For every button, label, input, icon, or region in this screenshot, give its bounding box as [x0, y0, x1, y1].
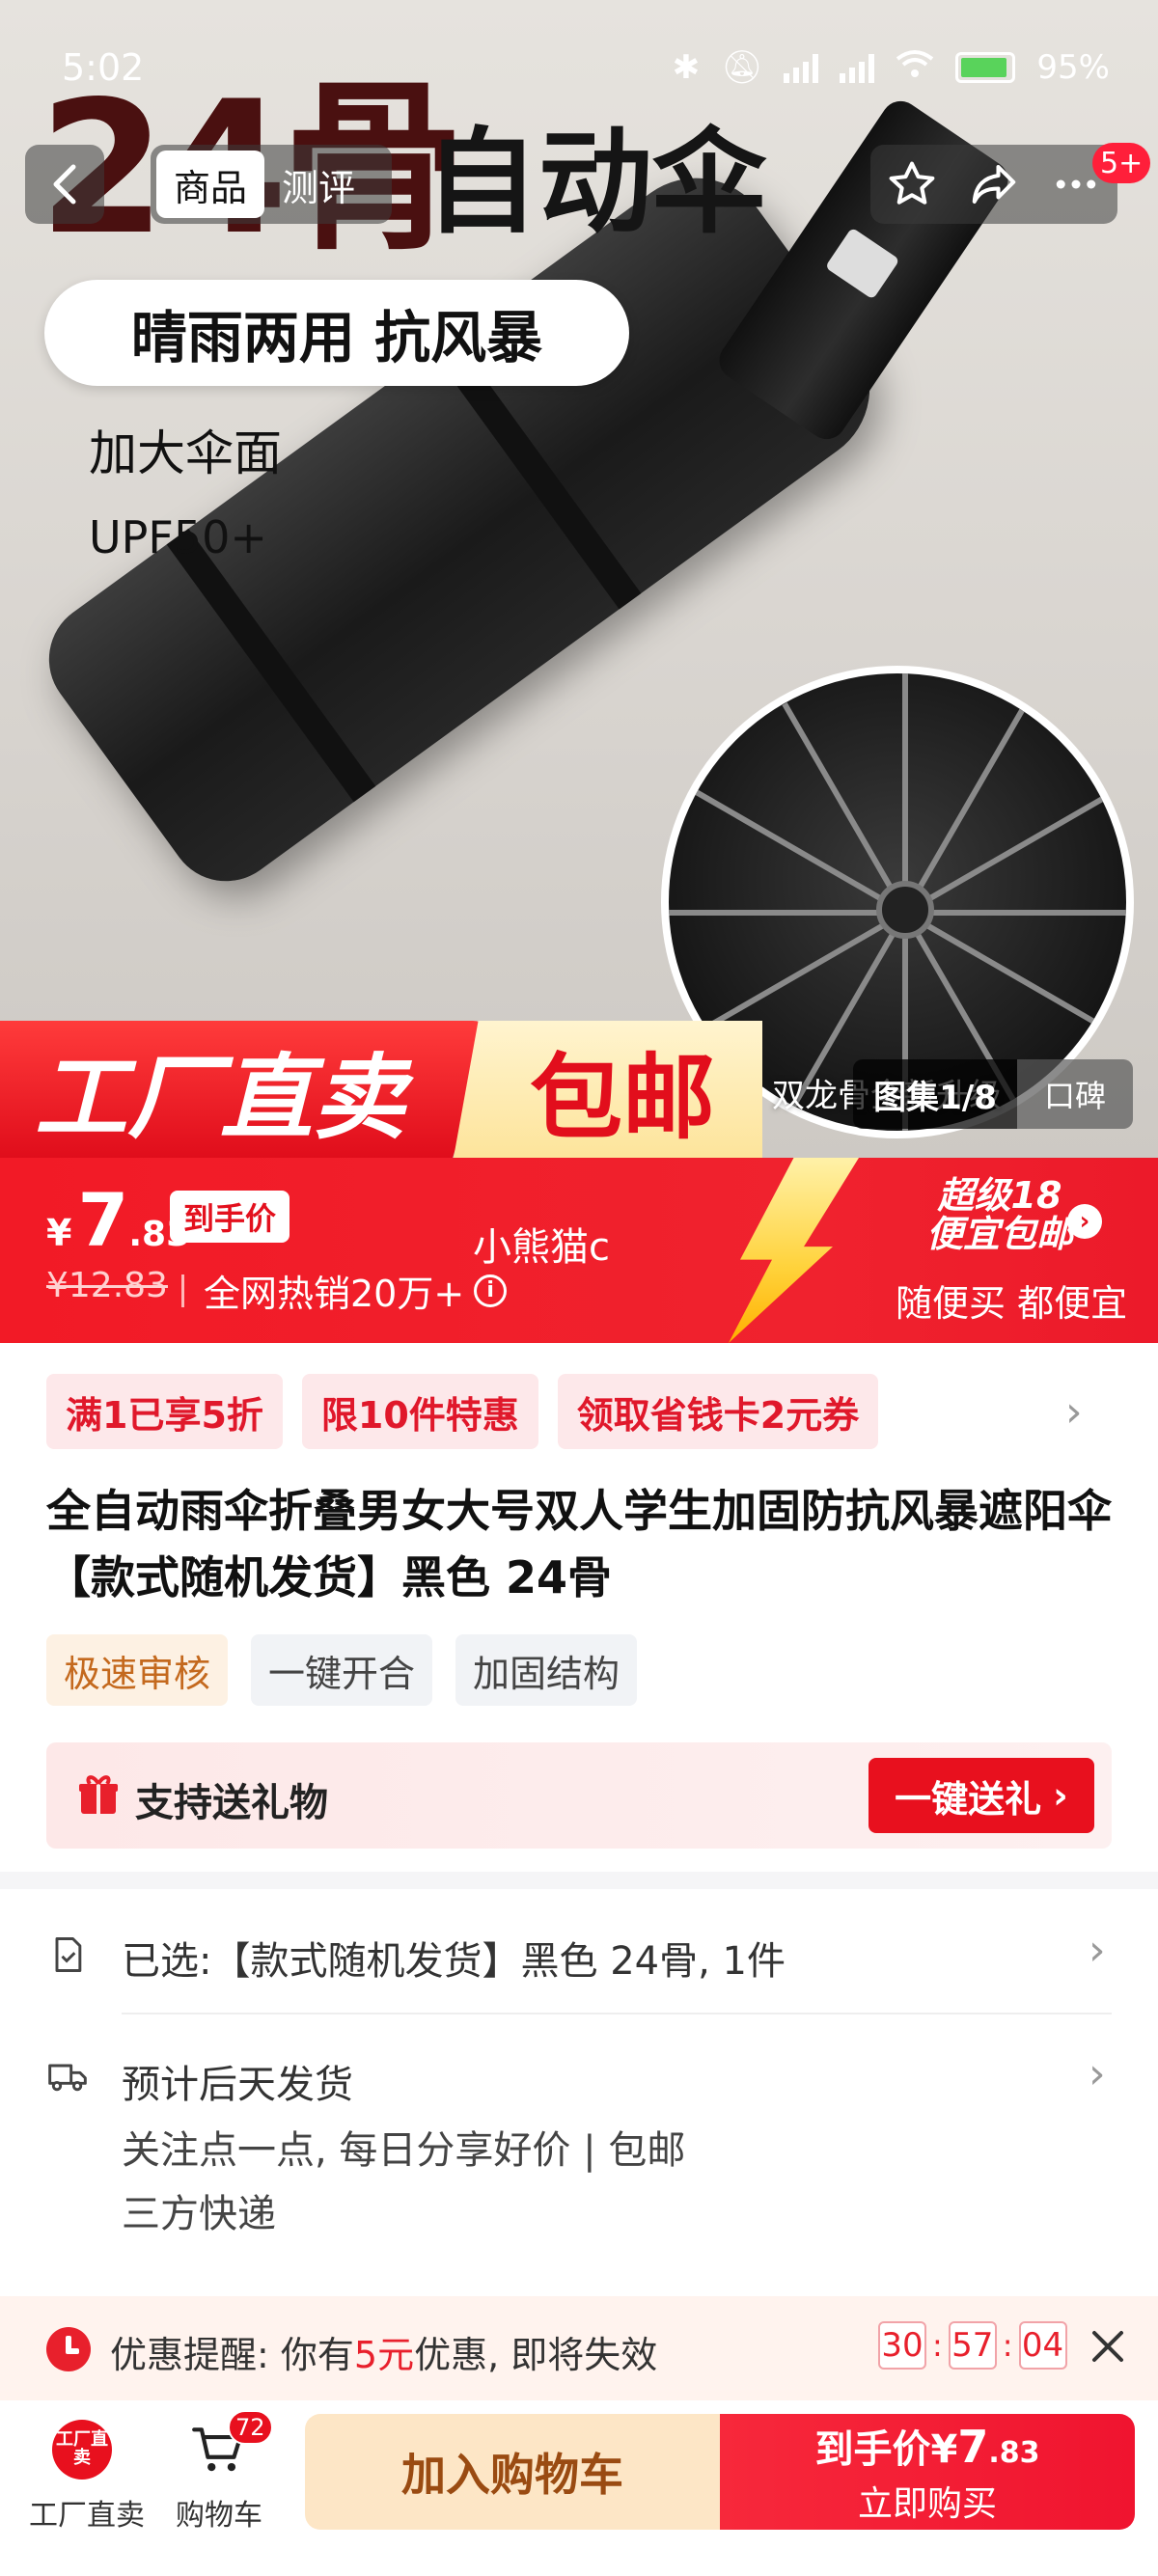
gallery-count[interactable]: 图集1/8: [853, 1059, 1017, 1129]
share-icon[interactable]: [968, 158, 1020, 210]
delivery-truck-icon: [48, 2064, 87, 2092]
buy-now-label: 立即购买: [857, 2484, 997, 2524]
message-count-badge: 5+: [1092, 143, 1151, 183]
buy-price: 到手价¥ 7.83: [814, 2418, 1039, 2474]
feature-tag: 加固结构: [455, 1634, 638, 1706]
mute-icon: 🔕︎: [721, 48, 763, 87]
send-gift-button[interactable]: 一键送礼 ›: [868, 1758, 1094, 1833]
spec-select-icon: [55, 1937, 82, 1972]
divider: [181, 1274, 184, 1307]
add-to-cart-button[interactable]: 加入购物车: [305, 2414, 720, 2530]
chevron-right-icon[interactable]: ›: [1065, 1387, 1083, 1437]
star-icon[interactable]: [886, 158, 938, 210]
chevron-left-icon: [53, 164, 76, 205]
section-divider: [0, 1872, 1158, 1889]
product-gallery[interactable]: 5:02 ✱ 🔕︎ 95% 24骨 自动伞 晴雨两用 抗风暴 加大伞面 UPF5…: [0, 0, 1158, 1158]
gallery-indicator: 图集1/8 口碑: [853, 1059, 1133, 1129]
send-gift-label: 一键送礼: [895, 1777, 1042, 1821]
signal-icon: [784, 52, 819, 83]
info-icon[interactable]: i: [474, 1274, 508, 1307]
chevron-right-icon[interactable]: ›: [1067, 1204, 1102, 1239]
super-deal-subtitle: 随便买 都便宜: [896, 1282, 1128, 1325]
clock-icon: [46, 2327, 91, 2371]
feature-tags: 极速审核 一键开合 加固结构: [46, 1634, 638, 1706]
bottom-action-bar: 工厂直卖 工厂直卖 72 购物车 加入购物车 到手价¥ 7.83 立即购买: [0, 2400, 1158, 2576]
factory-store-label: 工厂直卖: [29, 2499, 145, 2533]
tab-review[interactable]: 测评: [264, 151, 372, 218]
gift-label: 支持送礼物: [135, 1781, 328, 1825]
lightning-icon: [729, 1158, 859, 1343]
reminder-prefix: 优惠提醒: 你有: [110, 2334, 354, 2376]
buy-price-integer: 7: [957, 2421, 989, 2473]
chevron-right-icon[interactable]: ›: [1089, 1926, 1106, 1975]
price-bar: ¥ 7 .83 到手价 小熊猫c ¥12.83 全网热销20万+ i 超级18 …: [0, 1158, 1158, 1343]
selected-spec[interactable]: 已选:【款式随机发货】黑色 24骨, 1件: [122, 1930, 786, 1986]
hero-feature-1: 加大伞面: [89, 425, 282, 481]
price-integer: 7: [77, 1177, 129, 1263]
tab-product[interactable]: 商品: [156, 151, 265, 218]
final-price: ¥ 7 .83: [46, 1177, 190, 1263]
shipping-carrier: 三方快递: [122, 2192, 276, 2236]
reminder-suffix: 优惠, 即将失效: [414, 2334, 658, 2376]
factory-store-icon: 工厂直卖: [52, 2420, 112, 2480]
reminder-text: 优惠提醒: 你有5元优惠, 即将失效: [110, 2325, 657, 2378]
promo-banner: 工厂直卖 包邮: [0, 1021, 762, 1158]
page-tabs: 商品 测评: [151, 145, 392, 224]
battery-level: 95%: [1036, 48, 1110, 87]
signal-icon-2: [840, 52, 875, 83]
original-price: ¥12.83: [46, 1266, 168, 1305]
price-currency: ¥: [46, 1212, 72, 1254]
discount-reminder: 优惠提醒: 你有5元优惠, 即将失效 30 : 57 : 04: [0, 2296, 1158, 2400]
promo-banner-factory: 工厂直卖: [0, 1021, 492, 1158]
status-icons: ✱ 🔕︎ 95%: [673, 48, 1110, 87]
feature-tag: 一键开合: [251, 1634, 433, 1706]
sales-count: 全网热销20万+: [204, 1273, 465, 1315]
back-button[interactable]: [25, 145, 104, 224]
product-page: 5:02 ✱ 🔕︎ 95% 24骨 自动伞 晴雨两用 抗风暴 加大伞面 UPF5…: [0, 0, 1158, 2576]
battery-icon: [955, 52, 1016, 83]
row-divider: [122, 2013, 1112, 2014]
gift-bar: 支持送礼物 一键送礼 ›: [46, 1742, 1112, 1849]
gallery-review-tab[interactable]: 口碑: [1017, 1059, 1133, 1129]
brand-logo-icon: [824, 227, 900, 300]
status-bar: 5:02 ✱ 🔕︎ 95%: [0, 0, 1158, 135]
header-actions: [870, 145, 1117, 224]
cart-label: 购物车: [176, 2499, 262, 2533]
chevron-right-icon: ›: [1053, 1774, 1068, 1817]
countdown-seconds: 04: [1018, 2321, 1067, 2370]
reminder-amount: 5元: [353, 2334, 415, 2376]
countdown-hours: 30: [878, 2321, 926, 2370]
coupon-list: 满1已享5折 限10件特惠 领取省钱卡2元券: [46, 1374, 879, 1449]
buy-now-button[interactable]: 到手价¥ 7.83 立即购买: [720, 2414, 1135, 2530]
coupon-item[interactable]: 领取省钱卡2元券: [557, 1374, 879, 1449]
promo-banner-free-shipping: 包邮: [454, 1021, 762, 1158]
sales-info: 全网热销20万+ i: [181, 1264, 508, 1317]
buy-price-prefix: 到手价¥: [814, 2427, 958, 2472]
hero-feature-pill: 晴雨两用 抗风暴: [44, 280, 629, 386]
hero-feature-2: UPF50+: [89, 511, 267, 563]
super-deal-line1: 超级18: [937, 1174, 1062, 1217]
countdown-minutes: 57: [948, 2321, 997, 2370]
countdown-timer: 30 : 57 : 04: [878, 2321, 1067, 2370]
wifi-icon: [896, 48, 934, 87]
buy-price-decimal: .83: [988, 2436, 1040, 2470]
close-icon[interactable]: [1085, 2323, 1131, 2370]
status-time: 5:02: [62, 46, 145, 89]
shipping-benefit: 关注点一点, 每日分享好价 | 包邮: [122, 2128, 686, 2173]
factory-store-button[interactable]: 工厂直卖 工厂直卖: [29, 2420, 145, 2534]
chevron-right-icon[interactable]: ›: [1089, 2049, 1106, 2098]
cart-count-badge: 72: [228, 2410, 273, 2445]
bluetooth-icon: ✱: [672, 48, 701, 87]
final-price-tag: 到手价: [170, 1191, 290, 1243]
coupon-item[interactable]: 限10件特惠: [301, 1374, 538, 1449]
cart-button[interactable]: 72 购物车: [166, 2410, 273, 2534]
shipping-estimate[interactable]: 预计后天发货: [122, 2053, 353, 2109]
product-title: 全自动雨伞折叠男女大号双人学生加固防抗风暴遮阳伞【款式随机发货】黑色 24骨: [46, 1485, 1112, 1603]
hero-title-text: 自动伞: [425, 116, 767, 249]
coupon-item[interactable]: 满1已享5折: [46, 1374, 283, 1449]
feature-tag: 极速审核: [46, 1634, 229, 1706]
gift-icon: [79, 1775, 118, 1814]
